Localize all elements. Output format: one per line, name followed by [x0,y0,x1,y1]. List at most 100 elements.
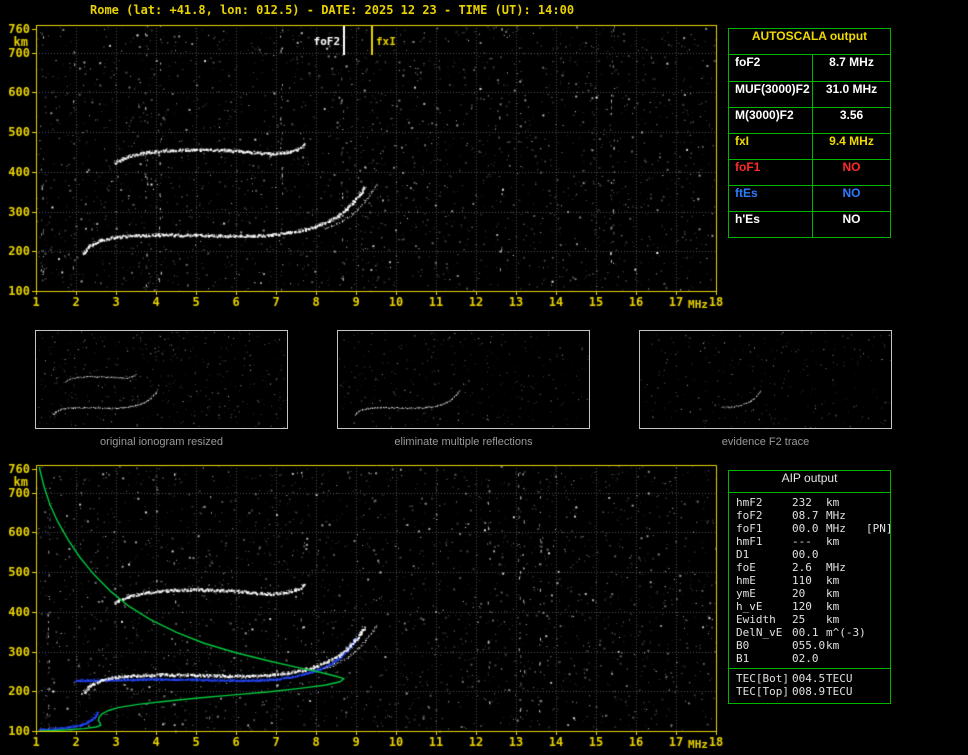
aip-row: TEC[Bot]004.5TECU [729,672,890,685]
aip-row-unit: km [826,613,866,626]
aip-row-note [866,574,890,587]
aip-output-table: AIP output hmF2232kmfoF208.7MHzfoF100.0M… [728,470,891,704]
aip-row-note [866,626,890,639]
autoscala-output-table: AUTOSCALA output foF28.7 MHzMUF(3000)F23… [728,28,891,238]
autoscala-row-value: NO [813,212,890,237]
aip-row-value: 120 [792,600,826,613]
aip-row-note [866,496,890,509]
thumbnail-original-canvas [35,330,288,429]
aip-row-unit: m^(-3) [826,626,866,639]
autoscala-row-value: 3.56 [813,108,890,133]
autoscala-row-label: h'Es [729,212,813,237]
aip-row-value: 008.9 [792,685,826,698]
aip-row-label: hmF1 [736,535,792,548]
aip-row-label: foF1 [736,522,792,535]
autoscala-row: fxI9.4 MHz [729,133,890,159]
autoscala-row-label: foF2 [729,55,813,81]
thumbnail-no-multiples-canvas [337,330,590,429]
aip-tec-rows: TEC[Bot]004.5TECUTEC[Top]008.9TECU [729,668,890,698]
aip-row-note [866,613,890,626]
autoscala-row-value: 8.7 MHz [813,55,890,81]
aip-row: hmF1---km [729,535,890,548]
autoscala-row-value: NO [813,160,890,185]
autoscala-row-label: M(3000)F2 [729,108,813,133]
aip-row-note [866,561,890,574]
aip-row-label: foF2 [736,509,792,522]
aip-row-value: 004.5 [792,672,826,685]
aip-row-label: TEC[Top] [736,685,792,698]
aip-row-unit: km [826,600,866,613]
aip-row-label: h_vE [736,600,792,613]
thumbnail-panel-f2-evidence: evidence F2 trace [639,330,892,448]
autoscala-row: M(3000)F23.56 [729,107,890,133]
aip-row-unit: MHz [826,509,866,522]
autoscala-row-label: foF1 [729,160,813,185]
aip-row-note: [PN] [866,522,893,535]
aip-row-label: Ewidth [736,613,792,626]
aip-row-label: DelN_vE [736,626,792,639]
autoscala-row: h'EsNO [729,211,890,237]
aip-row-value: --- [792,535,826,548]
aip-row: hmE110km [729,574,890,587]
aip-row: DelN_vE00.1m^(-3) [729,626,890,639]
aip-row: foF100.0MHz[PN] [729,522,890,535]
aip-row-note [866,548,890,561]
aip-row-label: ymE [736,587,792,600]
aip-row-note [866,600,890,613]
aip-row-label: B1 [736,652,792,665]
aip-row-unit: km [826,496,866,509]
thumbnail-panel-original: original ionogram resized [35,330,288,448]
aip-row-value: 00.0 [792,548,826,561]
autoscala-row: ftEsNO [729,185,890,211]
aip-row-note [866,672,890,685]
aip-row-label: D1 [736,548,792,561]
aip-row: B0055.0km [729,639,890,652]
aip-row-note [866,535,890,548]
top-ionogram-canvas [0,16,730,318]
aip-row-label: hmF2 [736,496,792,509]
autoscala-row-value: 31.0 MHz [813,82,890,107]
thumbnail-caption: evidence F2 trace [639,436,892,448]
aip-row-value: 08.7 [792,509,826,522]
autoscala-table-body: foF28.7 MHzMUF(3000)F231.0 MHzM(3000)F23… [729,55,890,237]
autoscala-row: foF28.7 MHz [729,55,890,81]
autoscala-row-value: NO [813,186,890,211]
aip-row-value: 25 [792,613,826,626]
aip-row-note [866,509,890,522]
aip-row-unit [826,548,866,561]
aip-row: D100.0 [729,548,890,561]
aip-row-label: TEC[Bot] [736,672,792,685]
aip-row: foE2.6MHz [729,561,890,574]
aip-row: foF208.7MHz [729,509,890,522]
page-title: Rome (lat: +41.8, lon: 012.5) - DATE: 20… [90,3,574,17]
autoscala-row-label: fxI [729,134,813,159]
aip-row: hmF2232km [729,496,890,509]
aip-row-unit [826,652,866,665]
autoscala-table-title: AUTOSCALA output [729,29,890,55]
aip-row: B102.0 [729,652,890,665]
aip-row-unit: TECU [826,672,866,685]
aip-row-note [866,639,890,652]
aip-row-unit: MHz [826,522,866,535]
aip-row-value: 110 [792,574,826,587]
aip-row: ymE20km [729,587,890,600]
aip-table-body: hmF2232kmfoF208.7MHzfoF100.0MHz[PN]hmF1-… [729,496,890,665]
aip-row-unit: km [826,535,866,548]
aip-row-value: 055.0 [792,639,826,652]
aip-row-label: hmE [736,574,792,587]
aip-row-unit: TECU [826,685,866,698]
aip-row-value: 02.0 [792,652,826,665]
autoscala-row: foF1NO [729,159,890,185]
thumbnail-f2-evidence-canvas [639,330,892,429]
aip-row-unit: MHz [826,561,866,574]
bottom-ionogram-canvas [0,456,730,755]
aip-row-unit: km [826,587,866,600]
aip-row-value: 00.0 [792,522,826,535]
aip-row-value: 232 [792,496,826,509]
aip-row-value: 20 [792,587,826,600]
autoscala-row-label: ftEs [729,186,813,211]
autoscala-row-value: 9.4 MHz [813,134,890,159]
thumbnail-panel-no-multiples: eliminate multiple reflections [337,330,590,448]
thumbnail-caption: original ionogram resized [35,436,288,448]
aip-row: Ewidth25km [729,613,890,626]
